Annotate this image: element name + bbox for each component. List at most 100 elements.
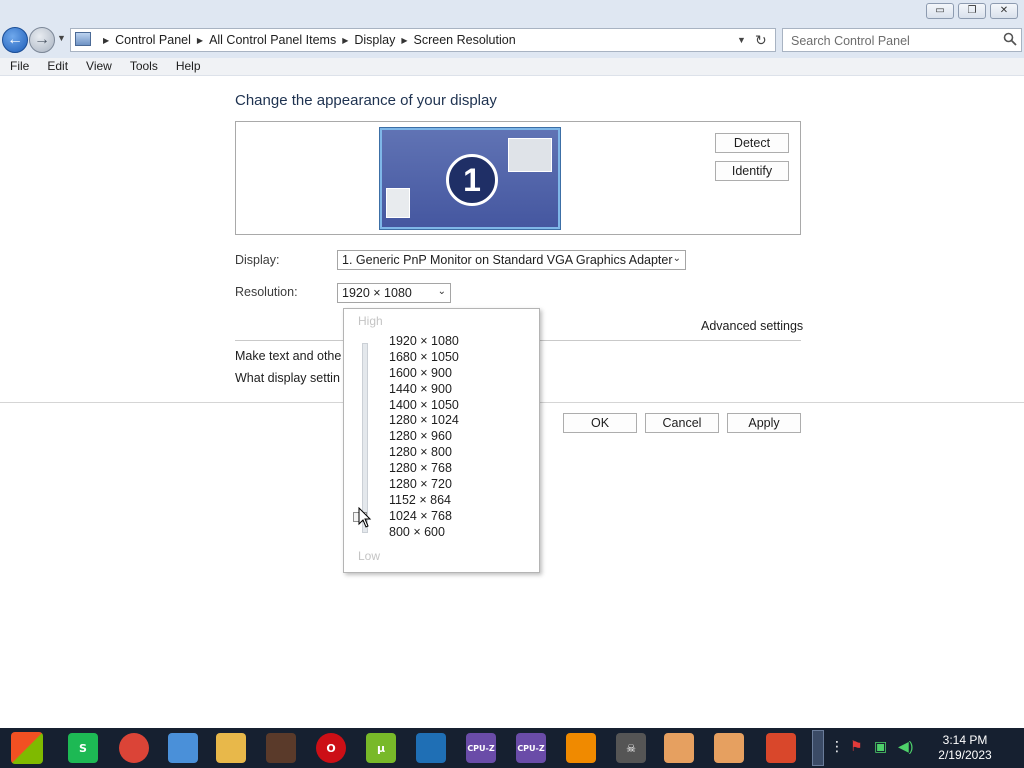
volume-icon[interactable]: ◀) <box>898 738 913 755</box>
file-explorer-glyph <box>216 733 246 763</box>
display-settings-help-link[interactable]: What display settin <box>235 371 340 385</box>
spotify-glyph: S <box>68 733 98 763</box>
forward-button[interactable]: → <box>29 27 55 53</box>
menu-view[interactable]: View <box>76 58 120 75</box>
refresh-icon[interactable]: ↻ <box>755 32 767 49</box>
clock[interactable]: 3:14 PM 2/19/2023 <box>930 733 1000 763</box>
display-select-value: 1. Generic PnP Monitor on Standard VGA G… <box>342 253 673 267</box>
recent-pages-button[interactable]: ▼ <box>57 33 66 43</box>
taskbar-file-explorer-icon[interactable] <box>208 730 254 766</box>
window-preview-icon <box>386 188 410 218</box>
window-preview-icon <box>508 138 552 172</box>
virtualbox-glyph <box>416 733 446 763</box>
network-glyph <box>168 733 198 763</box>
taskbar-spotify-icon[interactable]: S <box>60 730 106 766</box>
taskbar-vlc-icon[interactable] <box>558 730 604 766</box>
resolution-option[interactable]: 1280 × 720 <box>389 477 459 493</box>
breadcrumb-display[interactable]: Display <box>354 33 395 47</box>
close-button[interactable]: ✕ <box>990 3 1018 19</box>
ok-button[interactable]: OK <box>563 413 637 433</box>
apply-button[interactable]: Apply <box>727 413 801 433</box>
clock-date: 2/19/2023 <box>938 748 992 762</box>
breadcrumb-control-panel[interactable]: Control Panel <box>115 33 191 47</box>
text-size-link[interactable]: Make text and othe <box>235 349 341 363</box>
monitor-thumbnail[interactable]: 1 <box>380 128 560 229</box>
taskbar-cpuz-a-icon[interactable]: CPU-Z <box>458 730 504 766</box>
chevron-right-icon[interactable]: ▶ <box>342 36 348 45</box>
search-icon[interactable] <box>1003 32 1017 46</box>
display-select[interactable]: 1. Generic PnP Monitor on Standard VGA G… <box>337 250 686 270</box>
skull-glyph: ☠ <box>616 733 646 763</box>
resolution-option[interactable]: 1400 × 1050 <box>389 398 459 414</box>
chevron-right-icon[interactable]: ▶ <box>103 36 109 45</box>
title-bar: ▭ ❐ ✕ <box>0 0 1024 24</box>
show-hidden-icons-button[interactable] <box>812 730 824 766</box>
monitor-number-badge: 1 <box>446 154 498 206</box>
taskbar-utorrent-icon[interactable]: µ <box>358 730 404 766</box>
chevron-down-icon: ⌄ <box>672 253 681 264</box>
network-icon[interactable]: ▣ <box>874 738 887 755</box>
clock-time: 3:14 PM <box>942 733 988 747</box>
chevron-down-icon: ⌄ <box>437 286 446 297</box>
resolution-option[interactable]: 1152 × 864 <box>389 493 459 509</box>
resolution-option[interactable]: 1024 × 768 <box>389 509 459 525</box>
taskbar-start-icon[interactable] <box>4 730 50 766</box>
resolution-option[interactable]: 1920 × 1080 <box>389 334 459 350</box>
taskbar-ccleaner-icon[interactable] <box>758 730 804 766</box>
back-button[interactable]: ← <box>2 27 28 53</box>
chevron-right-icon[interactable]: ▶ <box>401 36 407 45</box>
resolution-select[interactable]: 1920 × 1080 ⌄ <box>337 283 451 303</box>
chevron-right-icon[interactable]: ▶ <box>197 36 203 45</box>
taskbar-chrome-icon[interactable] <box>111 730 157 766</box>
detect-button[interactable]: Detect <box>715 133 789 153</box>
advanced-settings-link[interactable]: Advanced settings <box>701 319 803 333</box>
taskbar-user-a-icon[interactable] <box>656 730 702 766</box>
slider-low-label: Low <box>358 549 381 563</box>
taskbar-user-b-icon[interactable] <box>706 730 752 766</box>
taskbar-network-icon[interactable] <box>160 730 206 766</box>
search-placeholder: Search Control Panel <box>791 34 910 48</box>
identify-button[interactable]: Identify <box>715 161 789 181</box>
resolution-slider-track[interactable] <box>362 343 368 533</box>
breadcrumb: ▶ Control Panel ▶ All Control Panel Item… <box>97 33 516 47</box>
minimize-button[interactable]: ▭ <box>926 3 954 19</box>
resolution-options: 1920 × 1080 1680 × 1050 1600 × 900 1440 … <box>389 334 459 541</box>
more-icon[interactable]: ⋮ <box>830 738 844 755</box>
menu-edit[interactable]: Edit <box>37 58 76 75</box>
taskbar-cpuz-b-icon[interactable]: CPU-Z <box>508 730 554 766</box>
menu-tools[interactable]: Tools <box>120 58 166 75</box>
ccleaner-glyph <box>766 733 796 763</box>
flag-icon[interactable]: ⚑ <box>850 738 863 755</box>
slider-high-label: High <box>358 314 383 328</box>
resolution-option[interactable]: 800 × 600 <box>389 525 459 541</box>
resolution-option[interactable]: 1280 × 768 <box>389 461 459 477</box>
taskbar-skull-icon[interactable]: ☠ <box>608 730 654 766</box>
cancel-button[interactable]: Cancel <box>645 413 719 433</box>
resolution-option[interactable]: 1280 × 1024 <box>389 413 459 429</box>
taskbar-virtualbox-icon[interactable] <box>408 730 454 766</box>
resolution-option[interactable]: 1440 × 900 <box>389 382 459 398</box>
user-b-glyph <box>714 733 744 763</box>
address-bar[interactable]: ▶ Control Panel ▶ All Control Panel Item… <box>70 28 776 52</box>
navigation-bar: ← → ▼ ▶ Control Panel ▶ All Control Pane… <box>0 24 1024 58</box>
resolution-option[interactable]: 1680 × 1050 <box>389 350 459 366</box>
resolution-select-value: 1920 × 1080 <box>342 286 412 300</box>
chevron-down-icon[interactable]: ▼ <box>737 35 746 45</box>
breadcrumb-all-items[interactable]: All Control Panel Items <box>209 33 336 47</box>
menu-help[interactable]: Help <box>166 58 209 75</box>
opera-glyph: O <box>316 733 346 763</box>
resolution-option[interactable]: 1280 × 960 <box>389 429 459 445</box>
user-a-glyph <box>664 733 694 763</box>
resolution-option[interactable]: 1600 × 900 <box>389 366 459 382</box>
resolution-dropdown: High 1920 × 1080 1680 × 1050 1600 × 900 … <box>343 308 540 573</box>
mouse-cursor-icon <box>358 507 372 528</box>
menu-bar: File Edit View Tools Help <box>0 58 1024 76</box>
restore-button[interactable]: ❐ <box>958 3 986 19</box>
resolution-option[interactable]: 1280 × 800 <box>389 445 459 461</box>
taskbar-opera-icon[interactable]: O <box>308 730 354 766</box>
search-input[interactable]: Search Control Panel <box>782 28 1022 52</box>
cpuz-b-glyph: CPU-Z <box>516 733 546 763</box>
breadcrumb-screen-resolution[interactable]: Screen Resolution <box>414 33 516 47</box>
menu-file[interactable]: File <box>0 58 37 75</box>
taskbar-portrait-icon[interactable] <box>258 730 304 766</box>
